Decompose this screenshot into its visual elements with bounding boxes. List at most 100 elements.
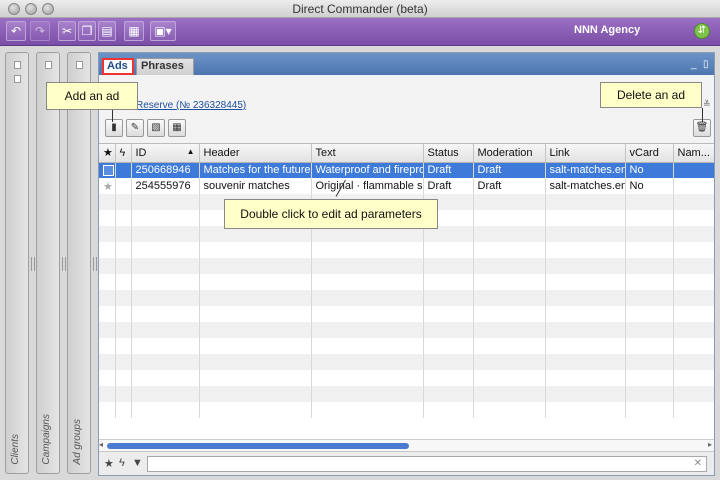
column-header-text[interactable]: Text	[311, 144, 424, 163]
empty-cell	[473, 210, 546, 226]
empty-cell	[99, 242, 116, 258]
cell-header: souvenir matches	[199, 178, 312, 194]
selection-checkbox[interactable]	[103, 164, 114, 176]
column-header-vcard[interactable]: vCard	[625, 144, 674, 163]
empty-cell	[199, 258, 312, 274]
empty-cell	[473, 322, 546, 338]
clients-panel[interactable]: Clients	[5, 52, 29, 474]
empty-cell	[199, 370, 312, 386]
panel-pin-icon[interactable]: ▯	[703, 59, 709, 70]
image-button[interactable]: ▧	[147, 119, 165, 137]
redo-button[interactable]: ↷	[30, 21, 50, 41]
column-header-header[interactable]: Header	[199, 144, 312, 163]
horizontal-scrollbar[interactable]: ◂ ▸	[99, 439, 714, 451]
campaigns-splitter-grip[interactable]	[62, 257, 66, 271]
campaign-link[interactable]: Reserve (№ 236328445)	[136, 100, 246, 111]
sync-status-icon[interactable]: ⇵	[694, 23, 710, 39]
paste-button[interactable]: ▤	[98, 21, 116, 41]
campaigns-panel[interactable]: Campaigns	[36, 52, 60, 474]
empty-cell	[311, 338, 424, 354]
empty-cell	[131, 370, 200, 386]
empty-cell	[625, 258, 674, 274]
cell-status: Draft	[423, 162, 474, 178]
table-view-button[interactable]: ▦	[168, 119, 186, 137]
calculator-button[interactable]: ▦	[124, 21, 144, 41]
panel-pin-icon[interactable]	[14, 61, 21, 69]
empty-cell	[545, 226, 626, 242]
empty-table-row	[99, 274, 714, 290]
tab-ads[interactable]: Ads	[102, 58, 134, 75]
empty-cell	[115, 306, 132, 322]
empty-cell	[131, 226, 200, 242]
empty-cell	[673, 242, 714, 258]
empty-table-row	[99, 290, 714, 306]
table-row[interactable]: 250668946 Matches for the future Waterpr…	[99, 162, 714, 178]
cell-link: salt-matches.en	[545, 162, 626, 178]
row-flag-cell	[115, 162, 132, 178]
row-favorite-cell[interactable]: ★	[99, 178, 116, 194]
panel-restore-icon[interactable]	[14, 75, 21, 83]
empty-cell	[673, 386, 714, 402]
empty-cell	[673, 338, 714, 354]
grid-icon: ▦	[172, 122, 182, 133]
ad-groups-panel[interactable]: Ad groups	[67, 52, 91, 474]
tab-phrases[interactable]: Phrases	[136, 58, 194, 75]
empty-cell	[311, 370, 424, 386]
panel-pin-icon[interactable]	[76, 61, 83, 69]
copy-button[interactable]: ❐	[78, 21, 96, 41]
filter-icon[interactable]: ▼	[132, 457, 143, 469]
zoom-window-button[interactable]	[42, 3, 54, 15]
ads-button-bar: ▮ ✎ ▧ ▦ 🗑	[99, 117, 714, 141]
scroll-left-icon[interactable]: ◂	[99, 440, 103, 449]
row-select-box[interactable]	[99, 162, 116, 178]
empty-cell	[673, 274, 714, 290]
empty-cell	[131, 194, 200, 210]
ad-groups-splitter-grip[interactable]	[93, 257, 97, 271]
edit-ad-button[interactable]: ✎	[126, 119, 144, 137]
add-ad-button[interactable]: ▮	[105, 119, 123, 137]
minimize-panel-icon[interactable]: _	[691, 59, 697, 70]
collapse-icon[interactable]: ≚	[703, 99, 711, 110]
column-header-id[interactable]: ID ▲	[131, 144, 200, 163]
edit-icon: ✎	[130, 122, 140, 133]
column-header-name[interactable]: Nam...	[673, 144, 714, 163]
empty-cell	[473, 354, 546, 370]
scroll-right-icon[interactable]: ▸	[708, 440, 712, 449]
empty-cell	[131, 402, 200, 418]
clipboard-icon: ▤	[101, 24, 113, 38]
minimize-window-button[interactable]	[25, 3, 37, 15]
empty-cell	[625, 386, 674, 402]
table-row[interactable]: ★ 254555976 souvenir matches Original · …	[99, 178, 714, 194]
empty-cell	[423, 242, 474, 258]
column-header-link[interactable]: Link	[545, 144, 626, 163]
flag-column-header[interactable]: ϟ	[115, 144, 132, 163]
star-filter-icon[interactable]: ★	[104, 457, 114, 470]
view-menu-button[interactable]: ▣▾	[150, 21, 176, 41]
empty-cell	[473, 306, 546, 322]
clear-filter-icon[interactable]: ✕	[694, 458, 702, 469]
empty-cell	[673, 290, 714, 306]
empty-cell	[99, 338, 116, 354]
empty-cell	[311, 306, 424, 322]
panel-pin-icon[interactable]	[45, 61, 52, 69]
clients-splitter-grip[interactable]	[31, 257, 35, 271]
filter-input[interactable]: ✕	[147, 456, 707, 472]
empty-cell	[423, 290, 474, 306]
column-header-moderation[interactable]: Moderation	[473, 144, 546, 163]
undo-button[interactable]: ↶	[6, 21, 26, 41]
favorite-column-header[interactable]: ★	[99, 144, 116, 163]
cut-button[interactable]: ✂	[58, 21, 76, 41]
close-window-button[interactable]	[8, 3, 20, 15]
empty-cell	[115, 210, 132, 226]
empty-cell	[545, 338, 626, 354]
scrollbar-thumb[interactable]	[107, 443, 409, 449]
empty-cell	[545, 386, 626, 402]
empty-cell	[625, 338, 674, 354]
lightning-filter-icon[interactable]: ϟ	[119, 457, 125, 469]
cell-id: 254555976	[131, 178, 200, 194]
empty-cell	[545, 322, 626, 338]
column-header-status[interactable]: Status	[423, 144, 474, 163]
empty-cell	[131, 306, 200, 322]
empty-cell	[131, 258, 200, 274]
star-icon[interactable]: ★	[103, 181, 113, 193]
